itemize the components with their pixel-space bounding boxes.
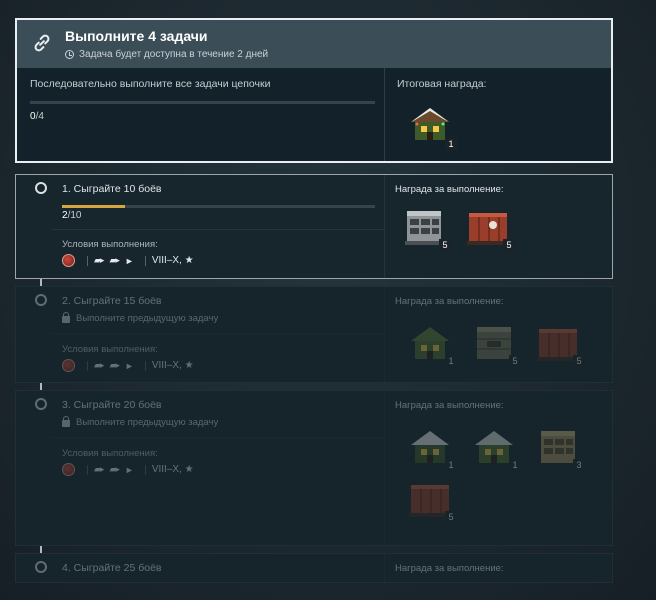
clock-icon bbox=[65, 50, 74, 59]
reward-count: 5 bbox=[439, 239, 451, 251]
locked-notice: Выполните предыдущую задачу bbox=[62, 416, 218, 428]
chain-title: Выполните 4 задачи bbox=[65, 28, 208, 44]
task-row-1[interactable]: 1. Сыграйте 10 боёв 2/10 Условия выполне… bbox=[15, 174, 613, 279]
nation-flag-icon bbox=[62, 359, 75, 372]
reward-label: Награда за выполнение: bbox=[395, 400, 504, 411]
chain-reward-label: Итоговая награда: bbox=[397, 78, 487, 90]
task-row-2[interactable]: 2. Сыграйте 15 боёв Выполните предыдущую… bbox=[15, 286, 613, 383]
cruiser-class-icon: ▰▸ bbox=[109, 360, 120, 370]
battleship-class-icon: ► bbox=[124, 464, 134, 475]
reward-item[interactable]: 5 bbox=[535, 321, 585, 367]
tier-range: VIII–X, ★ bbox=[151, 255, 194, 266]
task-title: 1. Сыграйте 10 боёв bbox=[62, 183, 162, 195]
task-status-circle bbox=[35, 561, 47, 573]
task-row-4[interactable]: 4. Сыграйте 25 боёв Награда за выполнени… bbox=[15, 553, 613, 583]
task-status-circle bbox=[35, 294, 47, 306]
task-row-3[interactable]: 3. Сыграйте 20 боёв Выполните предыдущую… bbox=[15, 390, 613, 546]
task-title: 3. Сыграйте 20 боёв bbox=[62, 399, 162, 411]
task-title: 4. Сыграйте 25 боёв bbox=[62, 562, 162, 574]
reward-count: 3 bbox=[573, 459, 585, 471]
chain-header: Выполните 4 задачи Задача будет доступна… bbox=[17, 20, 611, 68]
conditions-label: Условия выполнения: bbox=[62, 239, 158, 250]
reward-count: 1 bbox=[445, 459, 457, 471]
reward-count: 5 bbox=[573, 355, 585, 367]
reward-count: 1 bbox=[445, 138, 457, 150]
task-title: 2. Сыграйте 15 боёв bbox=[62, 295, 162, 307]
tier-range: VIII–X, ★ bbox=[151, 464, 194, 475]
chain-reward-item[interactable]: 1 bbox=[407, 104, 457, 150]
link-icon bbox=[34, 34, 50, 52]
conditions-label: Условия выполнения: bbox=[62, 448, 158, 459]
nation-flag-icon bbox=[62, 254, 75, 267]
cruiser-class-icon: ▰▸ bbox=[109, 464, 120, 474]
nation-flag-icon bbox=[62, 463, 75, 476]
battleship-class-icon: ► bbox=[124, 360, 134, 371]
lock-icon bbox=[62, 312, 70, 323]
cruiser-class-icon: ▰▸ bbox=[109, 255, 120, 265]
chain-availability: Задача будет доступна в течение 2 дней bbox=[79, 49, 269, 60]
reward-item[interactable]: 3 bbox=[535, 425, 585, 471]
task-status-circle bbox=[35, 182, 47, 194]
conditions: ▰▸ ▰▸ ► VIII–X, ★ bbox=[62, 463, 194, 476]
chain-progress-bar bbox=[30, 101, 375, 104]
reward-count: 5 bbox=[509, 355, 521, 367]
chain-card[interactable]: Выполните 4 задачи Задача будет доступна… bbox=[15, 18, 613, 163]
chain-progress-section: Последовательно выполните все задачи цеп… bbox=[17, 68, 385, 161]
tier-range: VIII–X, ★ bbox=[151, 360, 194, 371]
conditions: ▰▸ ▰▸ ► VIII–X, ★ bbox=[62, 359, 194, 372]
reward-item[interactable]: 5 bbox=[407, 477, 457, 523]
reward-item[interactable]: 1 bbox=[407, 425, 457, 471]
reward-label: Награда за выполнение: bbox=[395, 184, 504, 195]
chain-panel: Выполните 4 задачи Задача будет доступна… bbox=[15, 18, 613, 163]
reward-count: 1 bbox=[445, 355, 457, 367]
reward-label: Награда за выполнение: bbox=[395, 296, 504, 307]
chain-description: Последовательно выполните все задачи цеп… bbox=[30, 78, 271, 90]
reward-item[interactable]: 5 bbox=[471, 321, 521, 367]
battleship-class-icon: ► bbox=[124, 255, 134, 266]
task-list: 1. Сыграйте 10 боёв 2/10 Условия выполне… bbox=[15, 174, 613, 590]
reward-count: 1 bbox=[509, 459, 521, 471]
reward-item[interactable]: 5 bbox=[465, 205, 515, 251]
task-progress-bar bbox=[62, 205, 375, 208]
reward-label: Награда за выполнение: bbox=[395, 563, 504, 574]
reward-item[interactable]: 5 bbox=[401, 205, 451, 251]
reward-count: 5 bbox=[445, 511, 457, 523]
lock-icon bbox=[62, 416, 70, 427]
reward-count: 5 bbox=[503, 239, 515, 251]
conditions-label: Условия выполнения: bbox=[62, 344, 158, 355]
destroyer-class-icon: ▰▸ bbox=[94, 360, 105, 370]
locked-notice: Выполните предыдущую задачу bbox=[62, 312, 218, 324]
task-status-circle bbox=[35, 398, 47, 410]
reward-item[interactable]: 1 bbox=[407, 321, 457, 367]
conditions: ▰▸ ▰▸ ► VIII–X, ★ bbox=[62, 254, 194, 267]
destroyer-class-icon: ▰▸ bbox=[94, 255, 105, 265]
chain-subtitle: Задача будет доступна в течение 2 дней bbox=[65, 49, 268, 60]
chain-reward-section: Итоговая награда: 1 bbox=[385, 68, 611, 161]
destroyer-class-icon: ▰▸ bbox=[94, 464, 105, 474]
task-progress-count: 2/10 bbox=[62, 210, 82, 221]
chain-progress-count: 0/4 bbox=[30, 111, 44, 122]
reward-item[interactable]: 1 bbox=[471, 425, 521, 471]
